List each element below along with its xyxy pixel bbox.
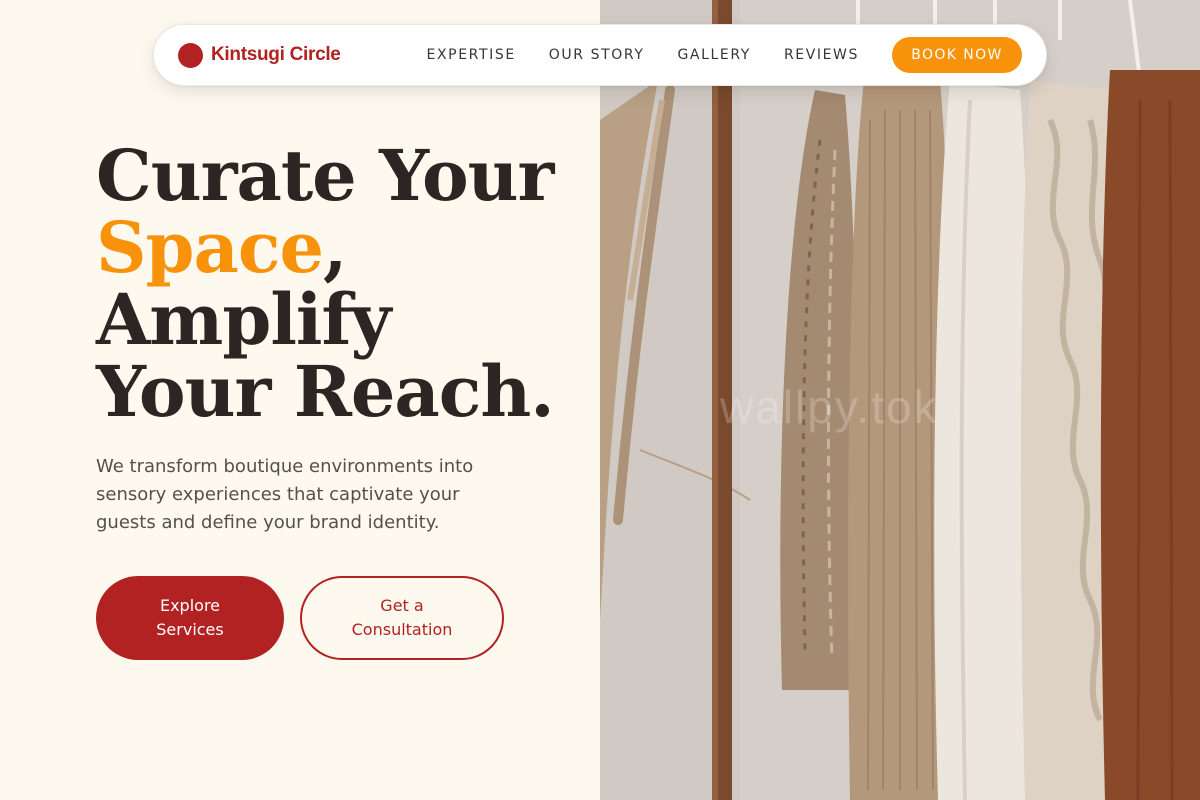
- hero-subtext: We transform boutique environments into …: [96, 456, 474, 533]
- hero-headline: Curate Your Space, Amplify Your Reach.: [96, 140, 586, 428]
- brand-dot-icon: [178, 42, 203, 68]
- headline-line-1: Curate Your: [96, 134, 554, 217]
- hero-image: wallpy.tok: [600, 0, 1200, 800]
- book-now-button[interactable]: BOOK NOW: [892, 37, 1022, 73]
- brand-logo[interactable]: Kintsugi Circle: [178, 42, 341, 68]
- headline-accent-word: Space: [96, 206, 324, 289]
- get-consultation-button[interactable]: Get a Consultation: [300, 576, 504, 660]
- nav-link-our-story[interactable]: OUR STORY: [549, 47, 645, 63]
- headline-line-3: Amplify: [96, 278, 391, 361]
- nav-link-gallery[interactable]: GALLERY: [677, 47, 750, 63]
- nav-links: EXPERTISE OUR STORY GALLERY REVIEWS BOOK…: [427, 37, 1022, 73]
- headline-accent-suffix: ,: [323, 206, 347, 289]
- headline-line-2: Space,: [96, 212, 586, 284]
- nav-link-expertise[interactable]: EXPERTISE: [427, 47, 516, 63]
- top-nav: Kintsugi Circle EXPERTISE OUR STORY GALL…: [153, 24, 1047, 86]
- nav-link-reviews[interactable]: REVIEWS: [784, 47, 859, 63]
- image-watermark: wallpy.tok: [720, 381, 939, 433]
- brand-name: Kintsugi Circle: [211, 44, 341, 65]
- explore-services-button[interactable]: Explore Services: [96, 576, 284, 660]
- headline-line-4: Your Reach.: [96, 350, 555, 433]
